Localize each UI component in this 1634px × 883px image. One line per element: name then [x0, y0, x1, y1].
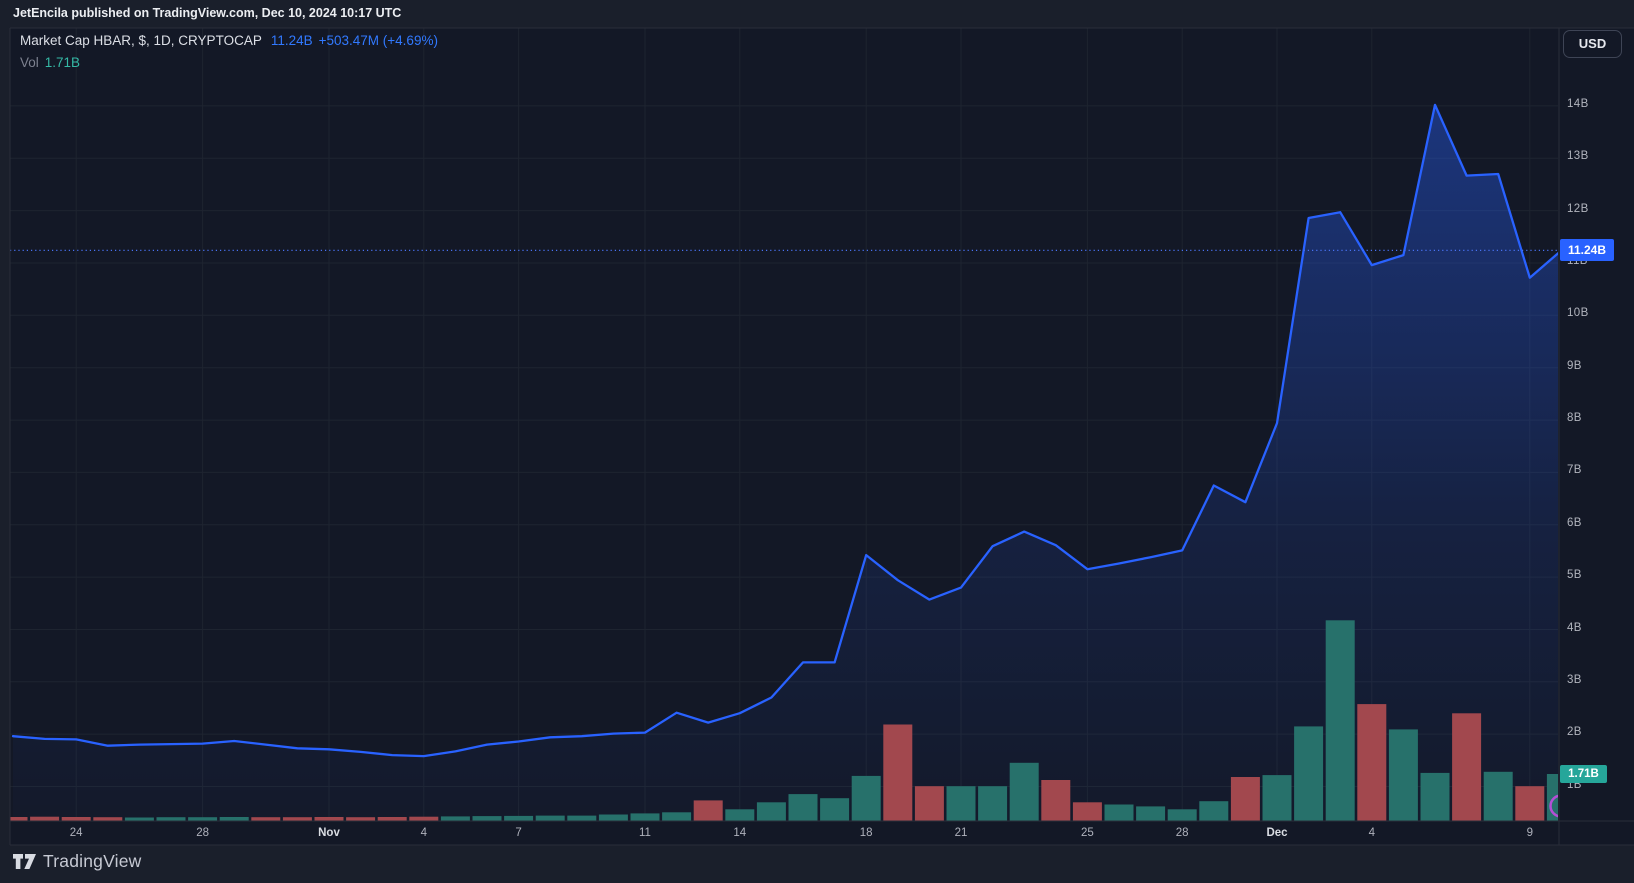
footer: TradingView — [13, 851, 142, 872]
chart-canvas[interactable] — [0, 0, 1634, 883]
attribution-bar: JetEncila published on TradingView.com, … — [0, 0, 1634, 28]
legend-vol-value: 1.71B — [45, 55, 80, 70]
symbol-legend: Market Cap HBAR, $, 1D, CRYPTOCAP 11.24B +… — [20, 34, 438, 69]
legend-volume-row: Vol 1.71B — [20, 56, 438, 70]
legend-symbol-title[interactable]: Market Cap HBAR, $, 1D, CRYPTOCAP — [20, 33, 262, 48]
last-price-badge: 11.24B — [1560, 239, 1614, 261]
tradingview-logo-icon[interactable] — [13, 854, 36, 869]
last-volume-badge: 1.71B — [1560, 765, 1607, 783]
tradingview-published-chart: JetEncila published on TradingView.com, … — [0, 0, 1634, 883]
attribution-text: JetEncila published on TradingView.com, … — [13, 6, 401, 20]
legend-vol-label: Vol — [20, 55, 39, 70]
currency-usd-button[interactable]: USD — [1563, 30, 1622, 58]
legend-change: +503.47M (+4.69%) — [319, 33, 438, 48]
legend-symbol-row: Market Cap HBAR, $, 1D, CRYPTOCAP 11.24B +… — [20, 34, 438, 48]
legend-last-value: 11.24B — [271, 33, 313, 48]
footer-brand[interactable]: TradingView — [43, 851, 142, 872]
